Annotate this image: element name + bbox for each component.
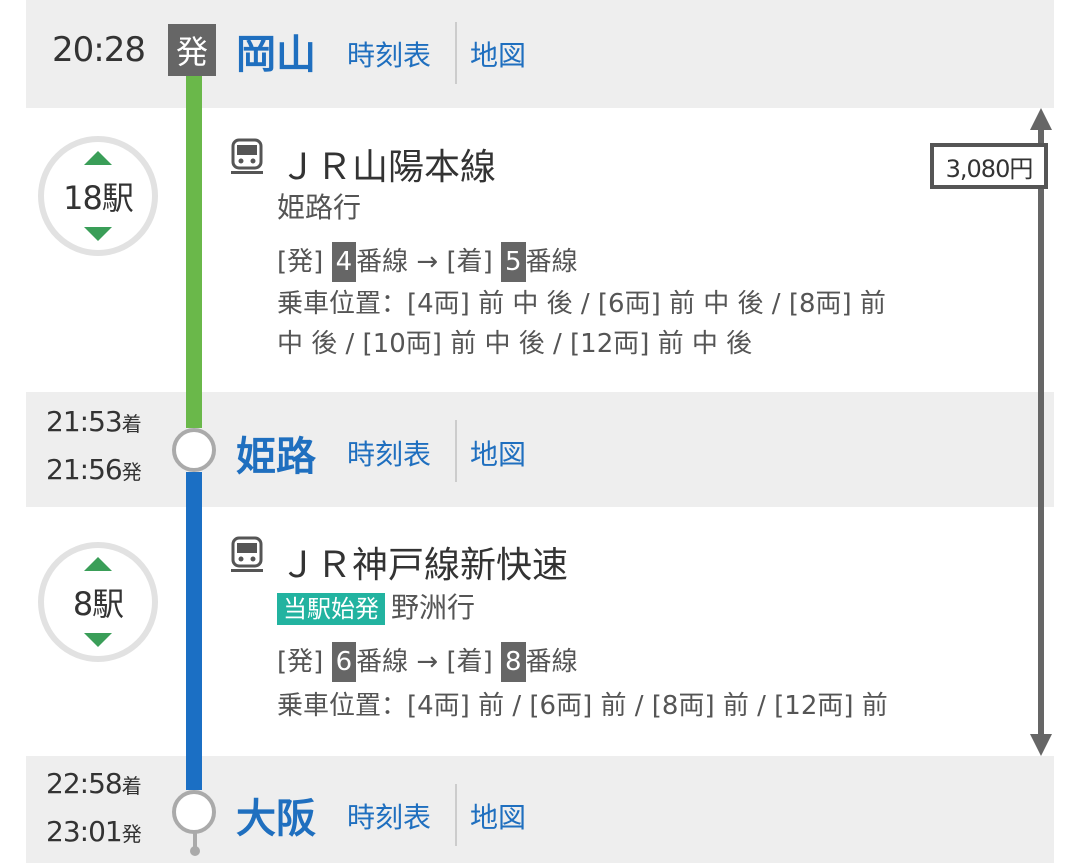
dep-track-number: 4 xyxy=(331,242,357,282)
train-icon xyxy=(230,536,264,580)
arrival-time: 21:53着 xyxy=(46,405,142,438)
triangle-down-icon xyxy=(84,633,112,647)
map-link-okayama[interactable]: 地図 xyxy=(470,34,526,74)
fare-amount: 3,080円 xyxy=(930,143,1048,189)
map-link-himeji[interactable]: 地図 xyxy=(470,433,526,473)
track-info: [発] 6 番線 → [着] 8 番線 xyxy=(277,642,578,682)
fare-bracket xyxy=(1030,108,1052,760)
triangle-down-icon xyxy=(84,227,112,241)
triangle-up-icon xyxy=(84,151,112,165)
train-name: ＪＲ山陽本線 xyxy=(280,147,497,188)
arr-track-number: 5 xyxy=(501,242,526,282)
route-end-stem xyxy=(193,832,197,848)
stops-toggle-2[interactable]: 8駅 xyxy=(38,542,158,662)
arr-track-number: 8 xyxy=(501,642,526,682)
arrival-time: 22:58着 xyxy=(46,767,142,800)
station-node xyxy=(172,790,216,834)
track-arrow: → xyxy=(416,647,439,677)
timetable-link-okayama[interactable]: 時刻表 xyxy=(347,34,431,74)
station-name-osaka[interactable]: 大阪 xyxy=(236,786,316,844)
map-link-osaka[interactable]: 地図 xyxy=(470,796,526,836)
track-arrow: → xyxy=(416,247,439,277)
station-name-himeji[interactable]: 姫路 xyxy=(236,424,316,482)
stops-count: 18駅 xyxy=(63,179,134,217)
arr-label: [着] xyxy=(446,247,493,277)
boarding-position-cont: 中 後 / [10両] 前 中 後 / [12両] 前 中 後 xyxy=(277,329,753,359)
track-word: 番線 xyxy=(356,647,409,677)
departure-time: 21:56発 xyxy=(46,453,142,486)
route-line-blue xyxy=(186,472,202,790)
route-line-green xyxy=(186,70,202,428)
stops-toggle-1[interactable]: 18駅 xyxy=(38,136,158,256)
timetable-link-himeji[interactable]: 時刻表 xyxy=(347,433,431,473)
link-separator xyxy=(455,22,457,84)
timetable-link-osaka[interactable]: 時刻表 xyxy=(347,796,431,836)
departure-time: 23:01発 xyxy=(46,815,142,848)
boarding-position: 乗車位置：[4両] 前 中 後 / [6両] 前 中 後 / [8両] 前 xyxy=(277,289,886,319)
track-word: 番線 xyxy=(525,247,578,277)
train-destination: 野洲行 xyxy=(391,591,476,624)
station-node xyxy=(172,428,216,472)
track-word: 番線 xyxy=(525,647,578,677)
train-destination: 姫路行 xyxy=(277,191,362,224)
dep-track-number: 6 xyxy=(331,642,357,682)
departure-badge: 発 xyxy=(168,24,216,76)
boarding-position: 乗車位置：[4両] 前 / [6両] 前 / [8両] 前 / [12両] 前 xyxy=(277,691,888,721)
destination-row: 当駅始発 野洲行 xyxy=(277,586,475,626)
dep-label: [発] xyxy=(277,647,324,677)
link-separator xyxy=(455,784,457,846)
track-word: 番線 xyxy=(356,247,409,277)
departure-time: 20:28 xyxy=(52,30,146,70)
station-name-okayama[interactable]: 岡山 xyxy=(236,22,316,80)
stops-count: 8駅 xyxy=(72,585,124,623)
train-icon xyxy=(230,138,264,182)
origin-station-tag: 当駅始発 xyxy=(277,593,385,625)
dep-label: [発] xyxy=(277,247,324,277)
link-separator xyxy=(455,420,457,482)
triangle-up-icon xyxy=(84,557,112,571)
track-info: [発] 4 番線 → [着] 5 番線 xyxy=(277,242,578,282)
train-name: ＪＲ神戸線新快速 xyxy=(280,545,569,586)
arr-label: [着] xyxy=(446,647,493,677)
